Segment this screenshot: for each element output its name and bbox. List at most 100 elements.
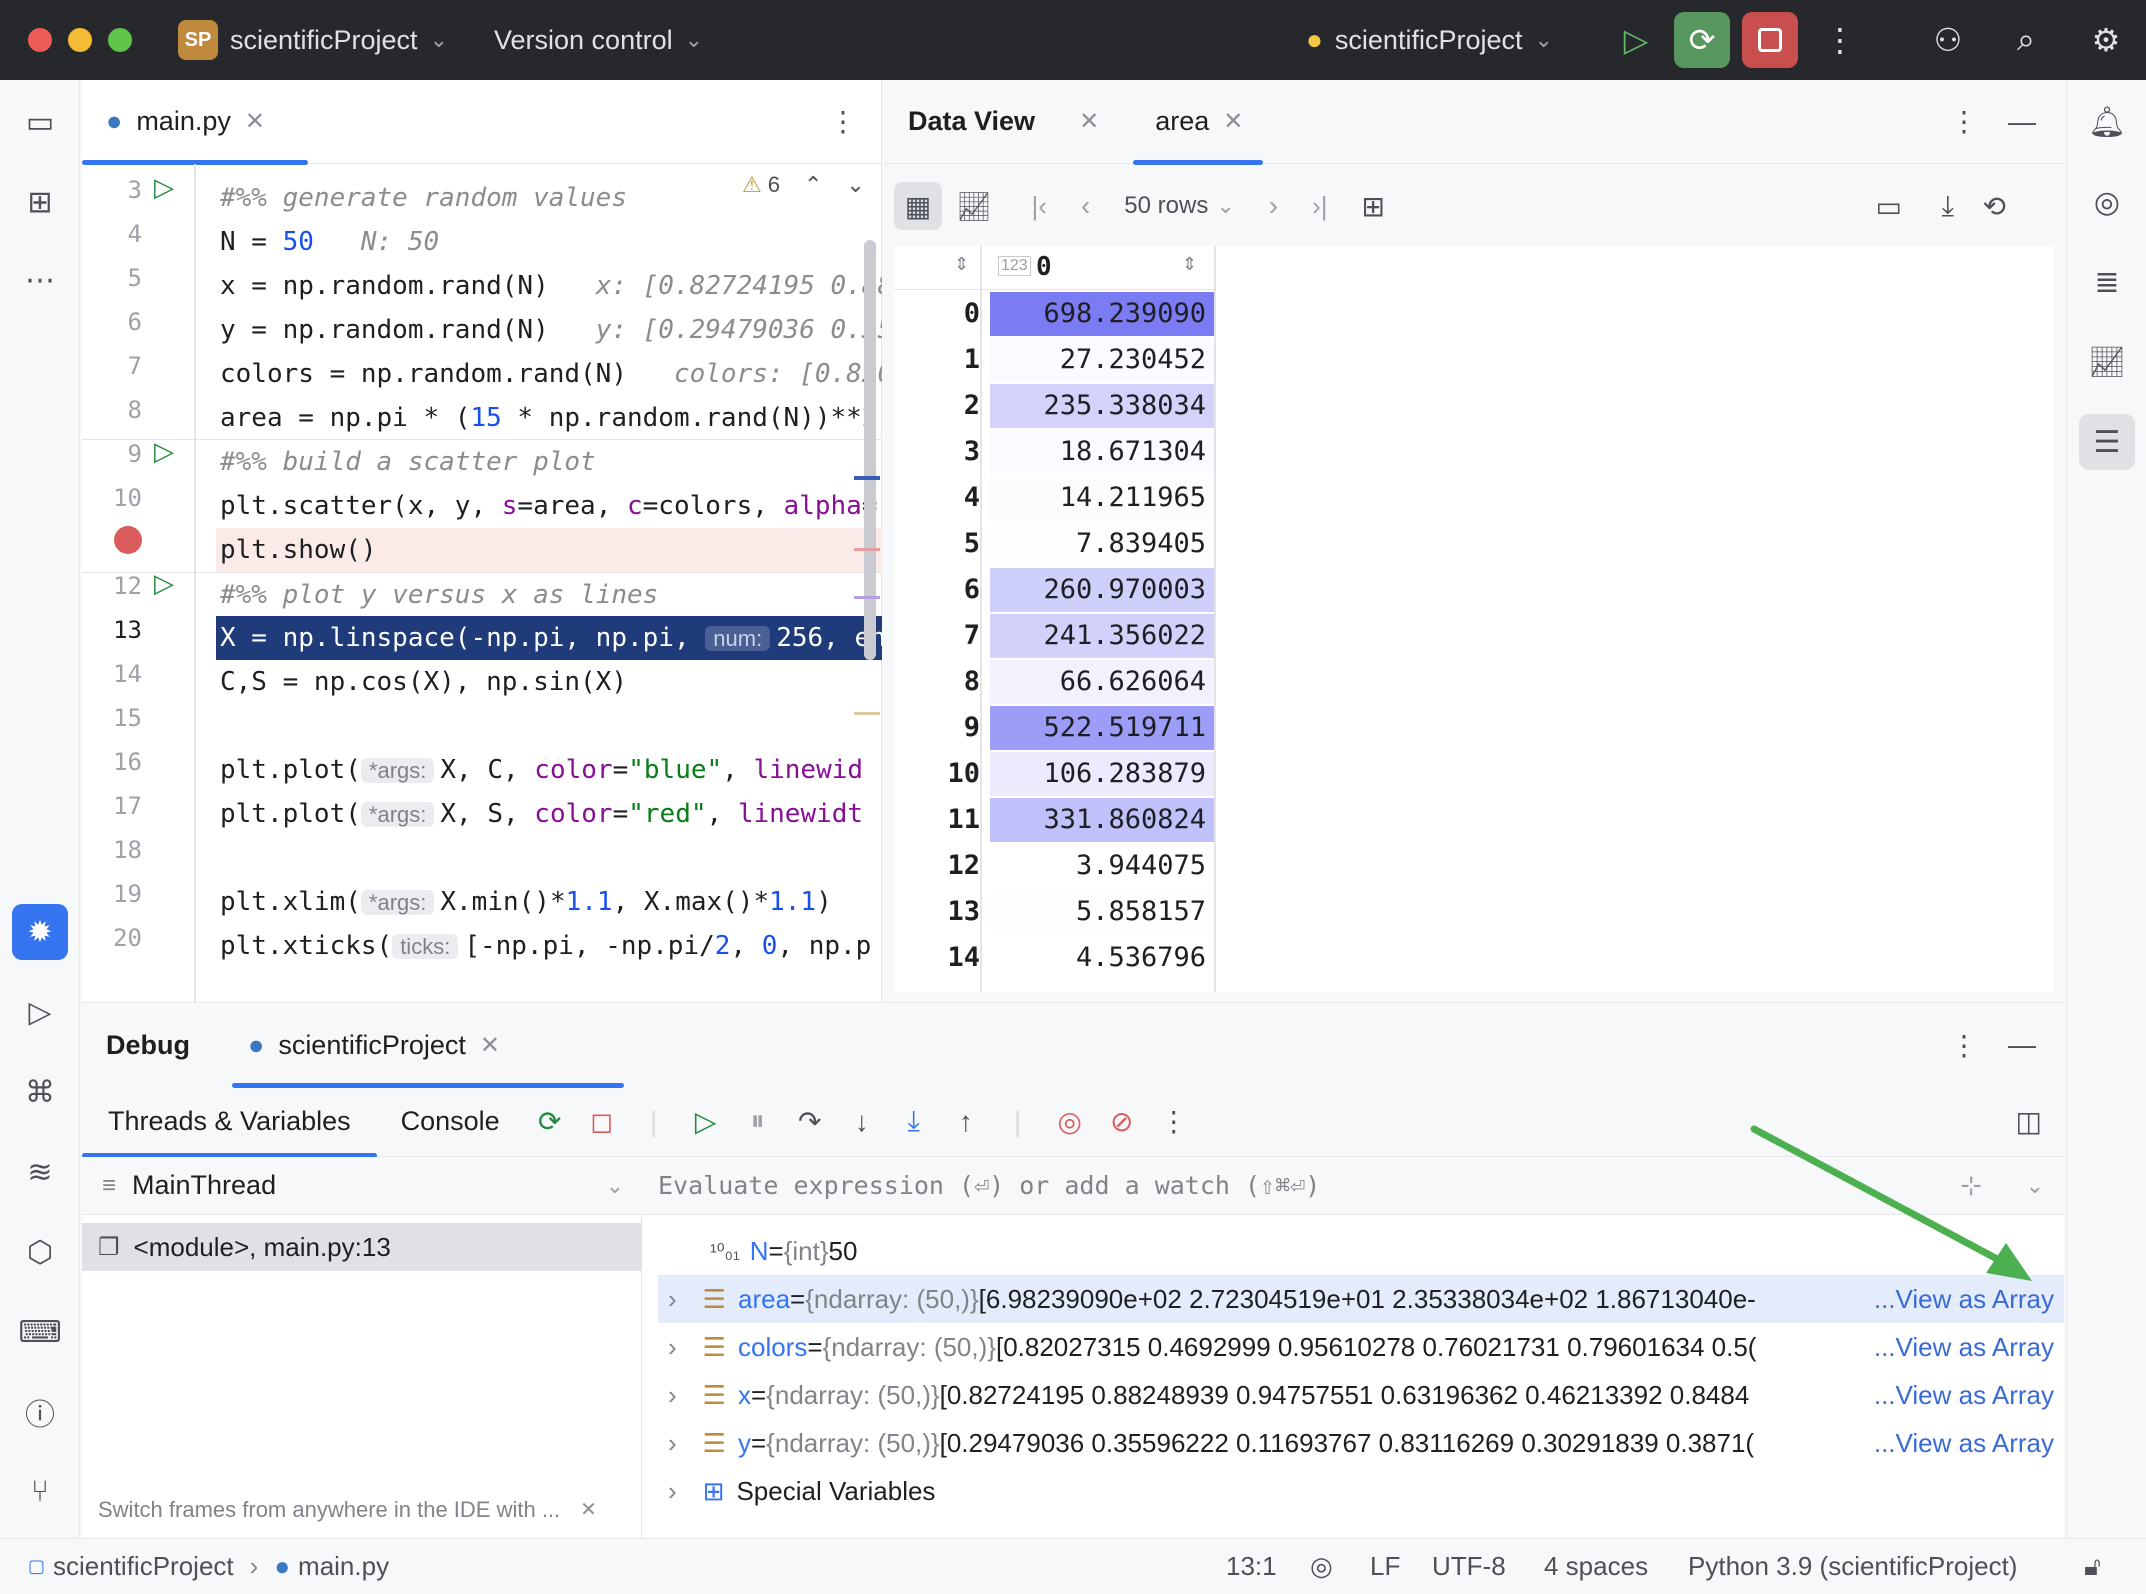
grid-row[interactable]: 14 4.536796 [894, 936, 1214, 982]
resume-icon[interactable]: ▷ [1608, 12, 1664, 68]
grid-row[interactable]: 11 331.860824 [894, 798, 1214, 844]
breakpoint-icon[interactable] [114, 526, 142, 554]
caret-position[interactable]: 13:1 [1226, 1551, 1277, 1582]
lock-icon[interactable]: 🔓︎ [2084, 1551, 2101, 1583]
tab-console[interactable]: Console [377, 1087, 524, 1157]
code-line[interactable]: #%% build a scatter plot [82, 440, 882, 484]
services-icon[interactable]: ⬡ [12, 1224, 68, 1280]
window-icon[interactable]: ▭ [1876, 190, 1902, 223]
resume-icon[interactable]: ▷ [680, 1105, 732, 1138]
indent-setting[interactable]: 4 spaces [1544, 1551, 1648, 1582]
code-line[interactable]: #%% plot y versus x as lines [82, 572, 882, 616]
close-icon[interactable]: ✕ [1079, 107, 1099, 136]
chevron-up-icon[interactable]: ⌃ [804, 172, 822, 198]
variable-row[interactable]: › ☰ colors = {ndarray: (50,)} [0.8202731… [658, 1323, 2064, 1371]
stop-icon[interactable]: ◻ [576, 1105, 628, 1138]
code-line[interactable]: colors = np.random.rand(N) colors: [0.82… [82, 352, 882, 396]
grid-row[interactable]: 8 66.626064 [894, 660, 1214, 706]
rerun-icon[interactable]: ⟳ [524, 1105, 576, 1138]
cell-value[interactable]: 14.211965 [990, 476, 1214, 520]
close-icon[interactable]: ✕ [245, 107, 265, 136]
close-icon[interactable]: ✕ [480, 1031, 500, 1060]
add-user-icon[interactable]: ⚇ [1920, 12, 1976, 68]
cell-value[interactable]: 241.356022 [990, 614, 1214, 658]
minimize-icon[interactable]: — [2008, 106, 2036, 138]
line-separator[interactable]: LF [1370, 1551, 1400, 1582]
breakpoint-line[interactable]: plt.show() [216, 528, 882, 572]
view-as-array-link[interactable]: ...View as Array [1869, 1379, 2054, 1411]
first-page-icon[interactable]: |‹ [1032, 191, 1047, 222]
code-line[interactable]: plt.xticks(ticks: [-np.pi, -np.pi/2, 0, n… [82, 924, 882, 968]
cell-value[interactable]: 18.671304 [990, 430, 1214, 474]
warnings-indicator[interactable]: ⚠ 6 ⌃ ⌄ [742, 172, 865, 198]
refresh-icon[interactable]: ⟲ [1983, 190, 2006, 223]
grid-row[interactable]: 3 18.671304 [894, 430, 1214, 476]
grid-row[interactable]: 9 522.519711 [894, 706, 1214, 752]
tab-main-py[interactable]: ● main.py ✕ [82, 80, 308, 165]
file-encoding[interactable]: UTF-8 [1432, 1551, 1506, 1582]
run-tool-icon[interactable]: ▷ [12, 984, 68, 1040]
last-page-icon[interactable]: ›| [1312, 191, 1327, 222]
view-breakpoints-icon[interactable]: ◎ [1044, 1105, 1096, 1138]
rerun-debug-icon[interactable]: ⟳ [1674, 12, 1730, 68]
more-icon[interactable]: ⋮ [1950, 1029, 1978, 1062]
export-icon[interactable]: ⤓ [1942, 190, 1954, 223]
close-icon[interactable]: ✕ [580, 1497, 597, 1523]
tab-area[interactable]: area ✕ [1133, 80, 1264, 165]
expand-chevron-icon[interactable]: › [668, 1428, 677, 1459]
current-execution-line[interactable]: X = np.linspace(-np.pi, np.pi, num: 256, … [216, 616, 882, 660]
grid-row[interactable]: 0 698.239090 [894, 292, 1214, 338]
view-as-array-link[interactable]: ...View as Array [1869, 1331, 2054, 1363]
grid-row[interactable]: 7 241.356022 [894, 614, 1214, 660]
expand-chevron-icon[interactable]: › [668, 1476, 677, 1507]
cell-value[interactable]: 260.970003 [990, 568, 1214, 612]
notifications-icon[interactable]: 🔔︎ [2079, 94, 2135, 150]
cell-value[interactable]: 27.230452 [990, 338, 1214, 382]
ai-status-icon[interactable]: ◎ [1310, 1551, 1333, 1582]
sort-icon[interactable]: ⇕ [954, 254, 969, 275]
next-page-icon[interactable]: › [1269, 190, 1278, 222]
breadcrumb-file[interactable]: main.py [298, 1551, 389, 1582]
more-icon[interactable]: ⋮ [1950, 105, 1978, 138]
cell-value[interactable]: 235.338034 [990, 384, 1214, 428]
thread-selector[interactable]: ≡ MainThread ⌄ [82, 1157, 642, 1215]
stop-icon[interactable] [1742, 12, 1798, 68]
special-variables-row[interactable]: › ⊞ Special Variables [658, 1467, 2064, 1515]
folder-icon[interactable]: ▭ [12, 94, 68, 150]
cell-value[interactable]: 4.536796 [990, 936, 1214, 980]
sort-icon[interactable]: ⇕ [1182, 254, 1197, 275]
cell-value[interactable]: 3.944075 [990, 844, 1214, 888]
evaluate-expression-input[interactable]: Evaluate expression (⏎) or add a watch (… [658, 1171, 1320, 1200]
column-header[interactable]: 0 [1036, 252, 1052, 282]
grid-row[interactable]: 12 3.944075 [894, 844, 1214, 890]
grid-row[interactable]: 4 14.211965 [894, 476, 1214, 522]
layout-icon[interactable]: ⊞ [1362, 190, 1385, 223]
stack-frame[interactable]: ❐ <module>, main.py:13 [82, 1223, 642, 1271]
chart-view-icon[interactable]: 📈︎ [956, 190, 992, 223]
vcs-widget[interactable]: Version control ⌄ [494, 0, 703, 80]
cell-value[interactable]: 698.239090 [990, 292, 1214, 336]
grid-row[interactable]: 2 235.338034 [894, 384, 1214, 430]
project-widget[interactable]: SP scientificProject ⌄ [178, 0, 448, 80]
code-line[interactable]: x = np.random.rand(N) x: [0.82724195 0.8… [82, 264, 882, 308]
close-window-button[interactable] [28, 28, 52, 52]
tab-threads-variables[interactable]: Threads & Variables [82, 1087, 377, 1158]
variable-row[interactable]: › ☰ y = {ndarray: (50,)} [0.29479036 0.3… [658, 1419, 2064, 1467]
rows-selector[interactable]: 50 rows ⌄ [1124, 192, 1234, 220]
expand-chevron-icon[interactable]: › [668, 1380, 677, 1411]
view-as-array-link[interactable]: ...View as Array [1869, 1427, 2054, 1459]
grid-row[interactable]: 10 106.283879 [894, 752, 1214, 798]
layers-icon[interactable]: ≋ [12, 1144, 68, 1200]
zoom-window-button[interactable] [108, 28, 132, 52]
step-out-icon[interactable]: ↑ [940, 1106, 992, 1138]
code-line[interactable]: C,S = np.cos(X), np.sin(X) [82, 660, 882, 704]
terminal-icon[interactable]: ⌨ [12, 1304, 68, 1360]
search-icon[interactable]: ⌕ [1998, 12, 2054, 68]
expand-chevron-icon[interactable]: › [668, 1332, 677, 1363]
python-interpreter[interactable]: Python 3.9 (scientificProject) [1688, 1551, 2017, 1582]
structure-icon[interactable]: ⊞ [12, 174, 68, 230]
cell-value[interactable]: 522.519711 [990, 706, 1214, 750]
mute-breakpoints-icon[interactable]: ⊘ [1096, 1105, 1148, 1138]
git-icon[interactable]: ⑂ [12, 1464, 68, 1520]
close-icon[interactable]: ✕ [1223, 107, 1243, 136]
